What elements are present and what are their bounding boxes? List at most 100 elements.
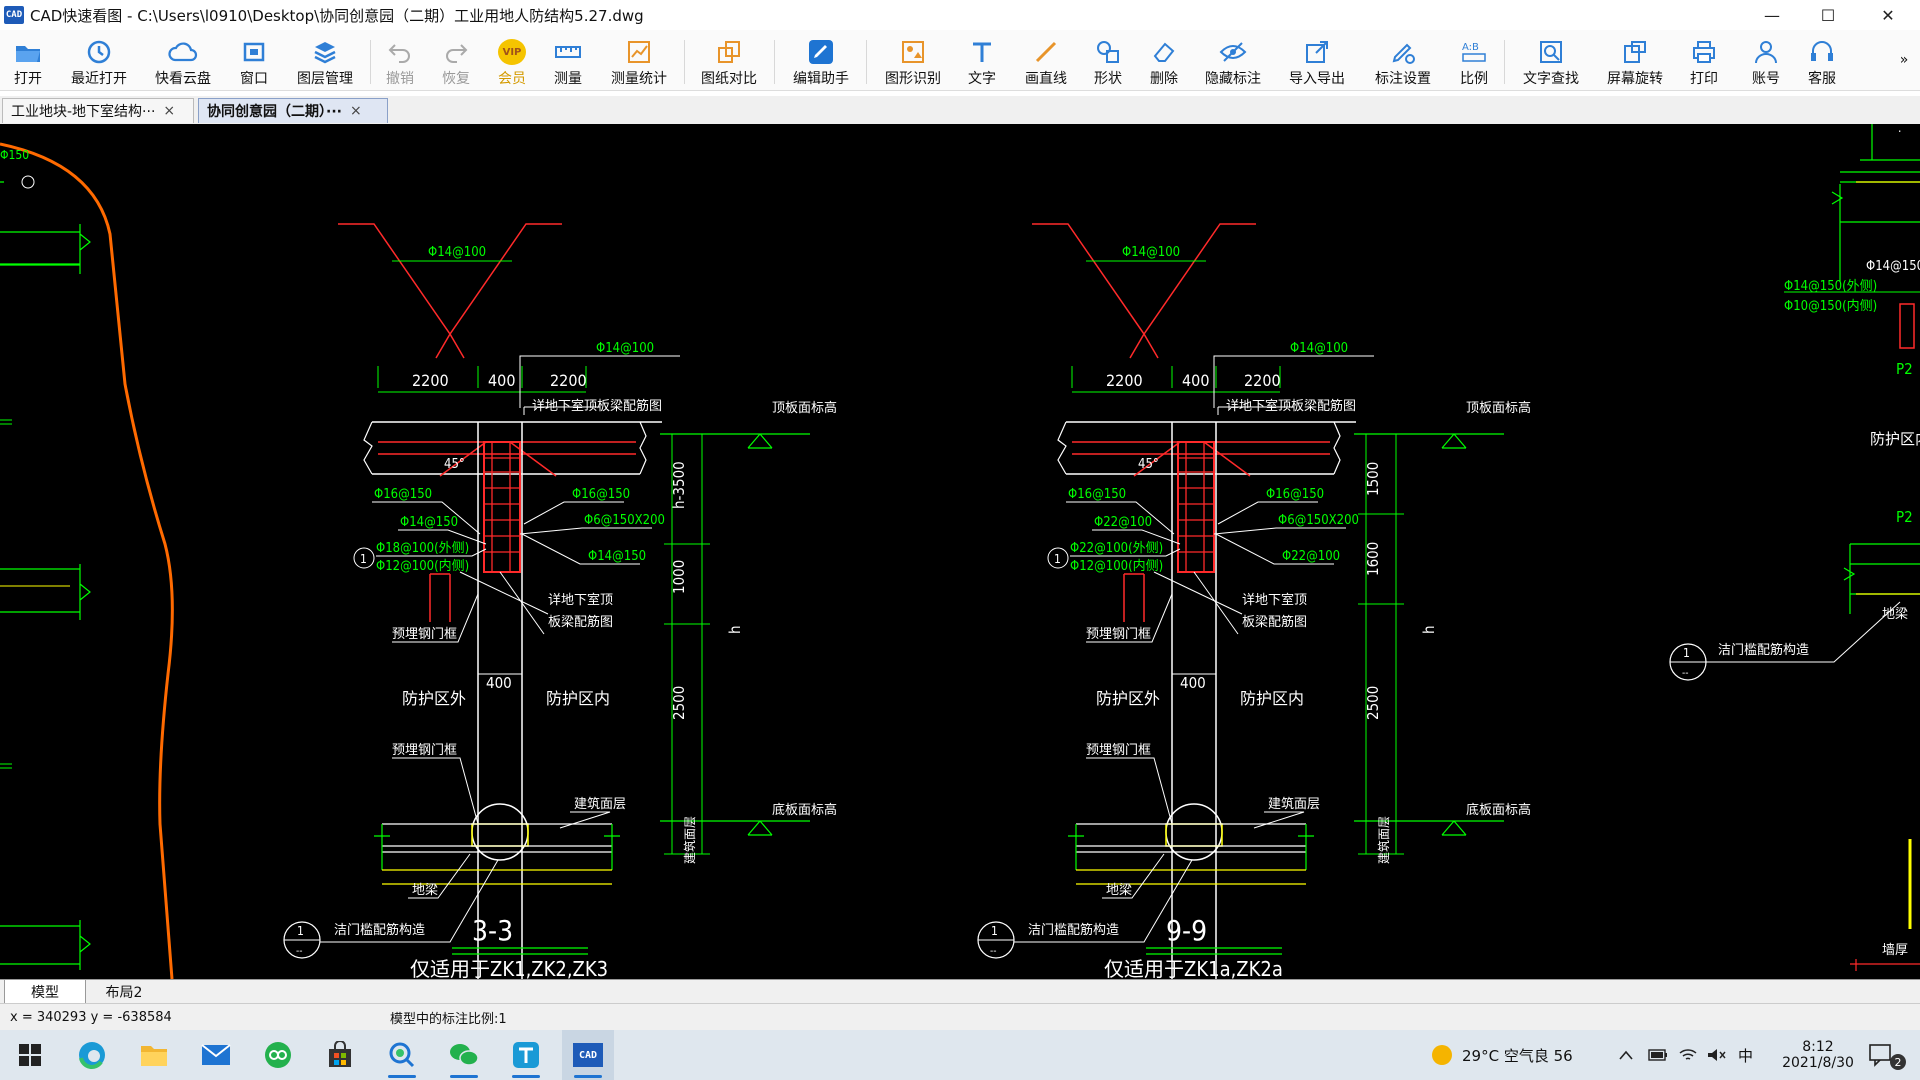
rebar-label: Φ12@100(内侧) [1070, 558, 1163, 574]
support-label: 客服 [1808, 71, 1836, 87]
window-button[interactable]: 窗口 [238, 34, 270, 88]
store-icon[interactable] [314, 1030, 366, 1080]
rotate-icon [1620, 38, 1650, 66]
toolbar-divider [1504, 40, 1505, 84]
tab-layout2[interactable]: 布局2 [86, 980, 162, 1003]
user-icon [1751, 38, 1781, 66]
edit-helper-icon [806, 38, 836, 66]
text-search-button[interactable]: 文字查找 [1520, 34, 1582, 88]
volume-icon[interactable] [1706, 1030, 1726, 1080]
angle-label: 45° [444, 457, 465, 472]
edit-helper-label: 编辑助手 [793, 71, 849, 87]
redo-icon [441, 38, 471, 66]
weather-widget[interactable]: 29°C 空气良 56 [1432, 1030, 1573, 1080]
notification-icon[interactable]: 2 [1868, 1030, 1908, 1080]
tab-model[interactable]: 模型 [4, 980, 86, 1004]
more-tools-button[interactable]: » [1896, 44, 1912, 68]
rebar-label: Φ14@150 [588, 549, 646, 564]
open-button[interactable]: 打开 [10, 34, 46, 88]
rebar-label: Φ22@100 [1282, 549, 1340, 564]
boundary-curve [0, 142, 174, 979]
cloud-label: 快看云盘 [155, 71, 211, 87]
import-export-button[interactable]: 导入导出 [1286, 34, 1348, 88]
delete-button[interactable]: 删除 [1148, 34, 1180, 88]
zone-label: 防护区内 [1240, 689, 1304, 708]
tab-document-2[interactable]: 协同创意园（二期）··· × [198, 98, 388, 123]
print-button[interactable]: 打印 [1688, 34, 1720, 88]
windows-start-icon[interactable] [4, 1030, 56, 1080]
detail-number: 1 [1054, 552, 1061, 566]
note-text: 详地下室顶板梁配筋图 [532, 398, 662, 414]
dimension-text: 2200 [412, 371, 449, 390]
wechat-mini-icon[interactable] [252, 1030, 304, 1080]
dimension-text: 1000 [670, 560, 688, 594]
section-note: 仅适用于ZK1,ZK2,ZK3 [410, 957, 608, 979]
close-icon[interactable]: ✕ [1860, 0, 1916, 30]
annot-settings-button[interactable]: 标注设置 [1372, 34, 1434, 88]
angle-label: 45° [1138, 457, 1159, 472]
annot-settings-icon [1388, 38, 1418, 66]
dimension-text: 2200 [1244, 371, 1281, 390]
line-button[interactable]: 画直线 [1022, 34, 1070, 88]
text-button[interactable]: 文字 [966, 34, 998, 88]
text-search-icon [1536, 38, 1566, 66]
vip-button[interactable]: VIP 会员 [496, 34, 528, 88]
recent-button[interactable]: 最近打开 [68, 34, 130, 88]
tab-document-1[interactable]: 工业地块-地下室结构··· × [2, 98, 194, 123]
annotation-scale: 模型中的标注比例:1 [390, 1012, 507, 1027]
rebar-label: Φ14@100 [428, 245, 486, 260]
mail-icon[interactable] [190, 1030, 242, 1080]
hide-annot-button[interactable]: 隐藏标注 [1202, 34, 1264, 88]
level-label: 底板面标高 [1466, 802, 1531, 818]
note-text: 详地下室顶 [548, 592, 613, 608]
text-app-icon[interactable] [500, 1030, 552, 1080]
account-button[interactable]: 账号 [1750, 34, 1782, 88]
edge-icon[interactable] [66, 1030, 118, 1080]
vip-label: 会员 [498, 71, 526, 87]
chevron-up-icon[interactable] [1618, 1030, 1634, 1080]
wifi-icon[interactable] [1678, 1030, 1698, 1080]
ime-indicator[interactable]: 中 [1738, 1030, 1753, 1080]
detail-number: 1 [297, 924, 304, 938]
shape-recognize-icon [898, 38, 928, 66]
cad-app-icon[interactable]: CAD [562, 1030, 614, 1080]
weather-text: 29°C 空气良 56 [1462, 1046, 1573, 1065]
note-text: 墙厚 [1882, 943, 1908, 958]
redo-button[interactable]: 恢复 [440, 34, 472, 88]
wechat-icon[interactable] [438, 1030, 490, 1080]
rebar-label: Φ14@100 [596, 341, 654, 356]
scale-button[interactable]: A:B 比例 [1458, 34, 1490, 88]
drawing-canvas[interactable]: Φ150 Φ14@100 2200 400 2200 Φ14@100 45° 详… [0, 124, 1920, 979]
measure-stats-button[interactable]: 测量统计 [608, 34, 670, 88]
cloud-button[interactable]: 快看云盘 [152, 34, 214, 88]
close-icon[interactable]: × [163, 103, 175, 119]
layers-button[interactable]: 图层管理 [294, 34, 356, 88]
shape-recognize-button[interactable]: 图形识别 [882, 34, 944, 88]
printer-icon [1689, 38, 1719, 66]
annot-settings-label: 标注设置 [1375, 71, 1431, 87]
measure-button[interactable]: 测量 [552, 34, 584, 88]
dimension-text: 1600 [1364, 542, 1382, 576]
undo-button[interactable]: 撤销 [384, 34, 416, 88]
undo-icon [385, 38, 415, 66]
minimize-icon[interactable]: — [1744, 0, 1800, 30]
edit-helper-button[interactable]: 编辑助手 [790, 34, 852, 88]
clock[interactable]: 8:12 2021/8/30 [1770, 1030, 1866, 1080]
eye-off-icon [1218, 38, 1248, 66]
dimension-text: h-3500 [670, 461, 688, 509]
file-explorer-icon[interactable] [128, 1030, 180, 1080]
maximize-icon[interactable]: ☐ [1800, 0, 1856, 30]
rotate-button[interactable]: 屏幕旋转 [1604, 34, 1666, 88]
vip-badge: VIP [498, 39, 526, 65]
battery-icon[interactable] [1648, 1030, 1668, 1080]
delete-label: 删除 [1150, 71, 1178, 87]
dimension-text: 2500 [670, 686, 688, 720]
rebar-label: Φ22@100 [1094, 515, 1152, 530]
support-button[interactable]: 客服 [1806, 34, 1838, 88]
compare-button[interactable]: 图纸对比 [698, 34, 760, 88]
shape-button[interactable]: 形状 [1092, 34, 1124, 88]
dimension-text: 400 [1182, 371, 1209, 390]
search-app-icon[interactable] [376, 1030, 428, 1080]
close-icon[interactable]: × [350, 103, 362, 119]
rebar-label: Φ16@150 [1068, 487, 1126, 502]
